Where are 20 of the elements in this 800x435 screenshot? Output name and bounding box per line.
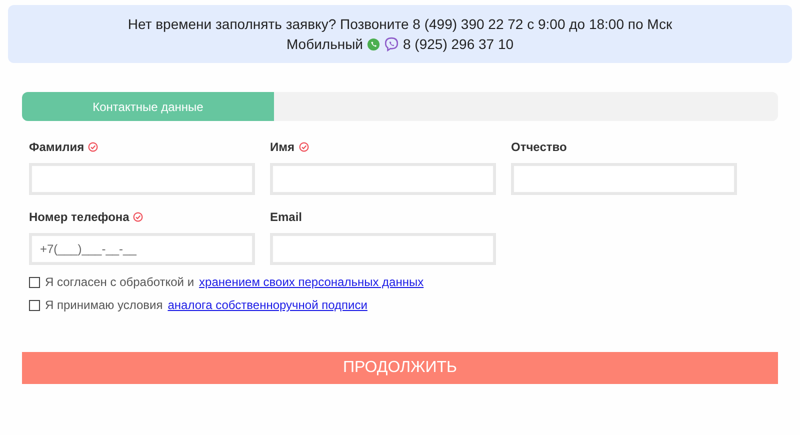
mobile-phone: 8 (925) 296 37 10	[403, 35, 514, 53]
field-label: Имя	[270, 140, 295, 154]
checkbox[interactable]	[29, 300, 40, 310]
viber-icon	[384, 36, 399, 52]
field-label: Email	[270, 210, 302, 224]
notice-text: Нет времени заполнять заявку? Позвоните 8 (499) 390 22 72 с 9:00 до 18:00 по Мск	[128, 15, 672, 33]
field-label: Номер телефона	[29, 210, 130, 224]
check-circle-icon	[133, 212, 144, 222]
mobile-label: Мобильный	[286, 35, 363, 53]
agreement-text: Я согласен с обработкой и	[45, 275, 194, 289]
agreement-text: Я принимаю условия	[45, 298, 163, 312]
input-field[interactable]: +7(___)___-__-__	[29, 233, 255, 265]
field-label: Отчество	[511, 140, 567, 154]
check-circle-icon	[298, 142, 309, 152]
check-circle-icon	[88, 142, 98, 152]
checkbox[interactable]	[29, 276, 40, 288]
field-label: Фамилия	[29, 140, 84, 154]
agreement-link[interactable]: хранением своих персональных данных	[199, 275, 424, 289]
whatsapp-icon	[367, 38, 380, 50]
agreement-link[interactable]: аналога собственноручной подписи	[168, 298, 368, 312]
